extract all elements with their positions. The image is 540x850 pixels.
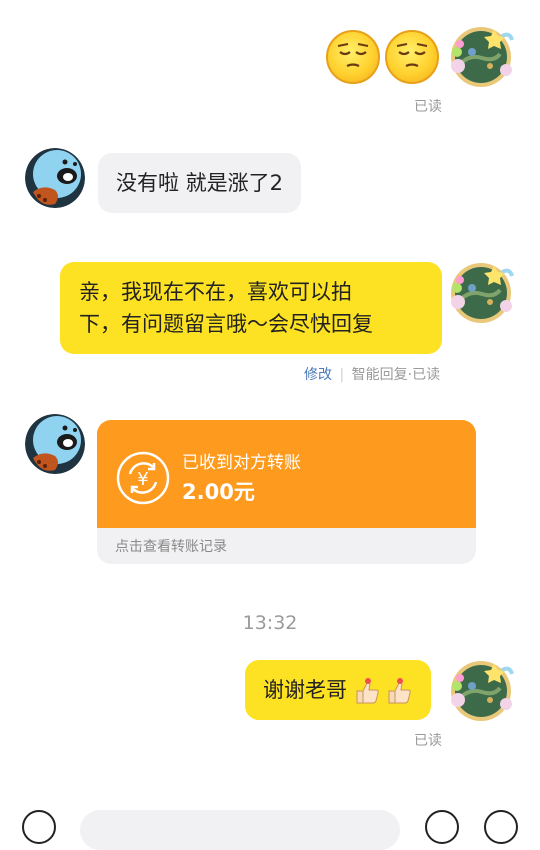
other-avatar[interactable] bbox=[25, 414, 85, 478]
my-avatar[interactable] bbox=[448, 258, 514, 328]
my-avatar[interactable] bbox=[448, 656, 514, 726]
divider: | bbox=[339, 367, 345, 383]
message-text-line: 下，有问题留言哦～会尽快回复 bbox=[79, 312, 373, 336]
message-bubble-me[interactable]: 亲，我现在不在，喜欢可以拍 下，有问题留言哦～会尽快回复 bbox=[60, 262, 442, 354]
message-text: 谢谢老哥 bbox=[263, 678, 347, 702]
transfer-card-top: ¥ 已收到对方转账 2.00元 bbox=[97, 420, 476, 528]
reply-meta: 修改 | 智能回复·已读 bbox=[304, 364, 440, 384]
read-status: 已读 bbox=[414, 99, 442, 115]
transfer-amount: 2.00元 bbox=[182, 480, 255, 504]
thumbs-up-emoji bbox=[383, 675, 413, 705]
emoji-icon[interactable] bbox=[425, 810, 459, 844]
message-bubble-other[interactable]: 没有啦 就是涨了2 bbox=[98, 153, 302, 213]
transfer-title: 已收到对方转账 bbox=[182, 453, 301, 473]
yuan-exchange-icon: ¥ bbox=[115, 450, 171, 506]
sleepy-face-emoji bbox=[326, 30, 380, 84]
message-text: 没有啦 就是涨了2 bbox=[116, 171, 284, 195]
read-status: 已读 bbox=[414, 733, 442, 749]
my-avatar[interactable] bbox=[448, 22, 514, 92]
message-bubble-me[interactable]: 谢谢老哥 bbox=[245, 660, 431, 720]
yuan-symbol: ¥ bbox=[137, 469, 148, 490]
timestamp: 13:32 bbox=[242, 612, 298, 634]
transfer-card[interactable]: ¥ 已收到对方转账 2.00元 点击查看转账记录 bbox=[97, 420, 476, 564]
reply-status: 智能回复·已读 bbox=[351, 367, 441, 383]
transfer-footer[interactable]: 点击查看转账记录 bbox=[97, 528, 476, 564]
edit-link[interactable]: 修改 bbox=[304, 367, 332, 383]
more-icon[interactable] bbox=[484, 810, 518, 844]
sleepy-face-emoji bbox=[385, 30, 439, 84]
message-text-line: 亲，我现在不在，喜欢可以拍 bbox=[79, 280, 352, 304]
message-input[interactable] bbox=[80, 810, 400, 850]
voice-toggle-icon[interactable] bbox=[22, 810, 56, 844]
other-avatar[interactable] bbox=[25, 148, 85, 212]
thumbs-up-emoji bbox=[351, 675, 381, 705]
